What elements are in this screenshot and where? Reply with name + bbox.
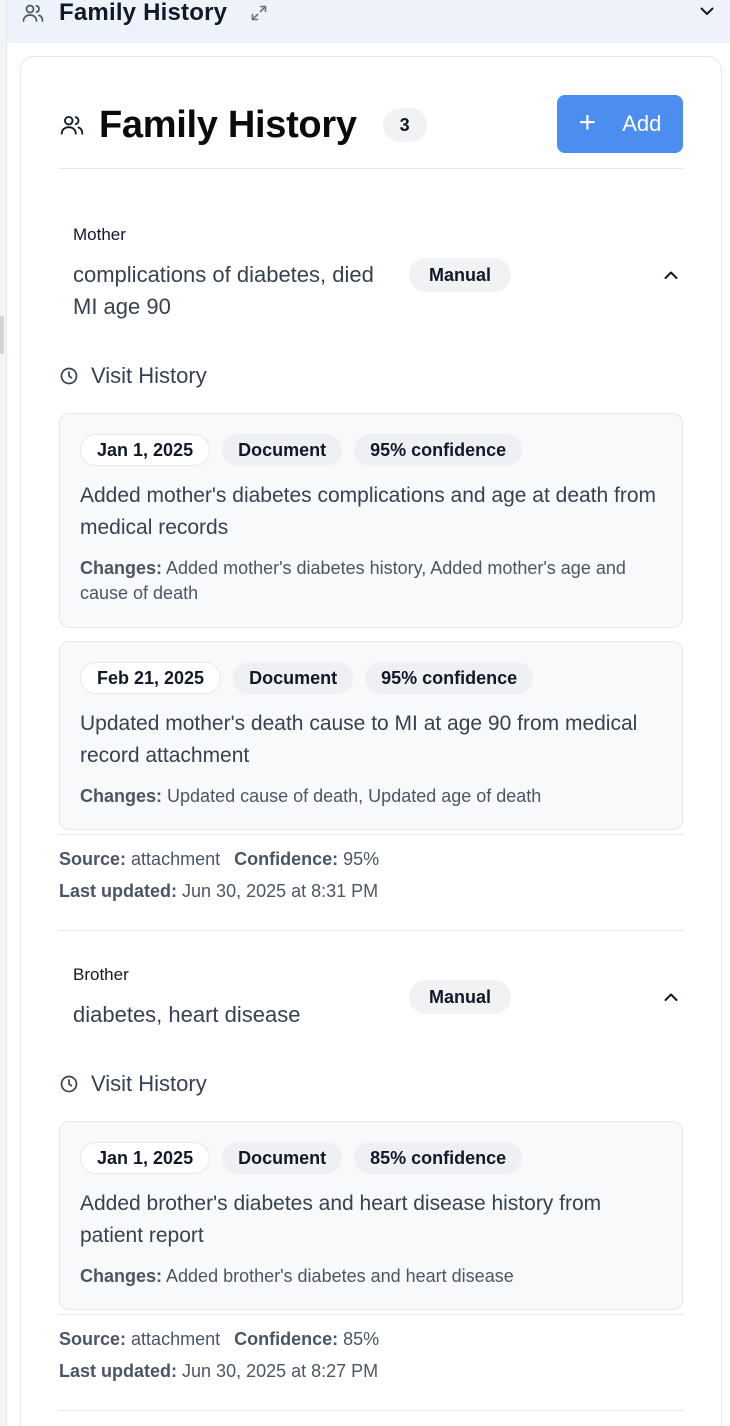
confidence-label: Confidence: <box>234 849 339 869</box>
last-updated-meta: Last updated: Jun 30, 2025 at 8:31 PM <box>59 875 378 907</box>
chevron-up-icon[interactable] <box>659 985 683 1009</box>
divider <box>59 930 683 931</box>
visit-changes: Changes: Added mother's diabetes history… <box>80 556 670 606</box>
clock-icon <box>59 366 79 386</box>
source-label: Source: <box>59 1329 127 1349</box>
confidence-badge: 85% confidence <box>354 1142 523 1174</box>
visit-summary: Added mother's diabetes complications an… <box>80 484 657 539</box>
changes-text: Added mother's diabetes history, Added m… <box>80 558 626 603</box>
family-history-card: Family History 3 + Add Mother complicati… <box>20 56 722 1426</box>
expand-icon[interactable] <box>249 3 269 23</box>
panel-title: Family History <box>59 0 228 26</box>
source-label: Source: <box>59 849 127 869</box>
visit-history-label: Visit History <box>91 363 207 388</box>
divider <box>59 1314 683 1315</box>
last-updated-label: Last updated: <box>59 881 178 901</box>
chevron-down-icon[interactable] <box>696 0 718 22</box>
confidence-badge: 95% confidence <box>365 662 534 694</box>
source-meta: Source: attachment Confidence: 95% <box>59 843 379 875</box>
changes-text: Updated cause of death, Updated age of d… <box>167 786 542 806</box>
left-rail <box>0 0 7 1426</box>
last-updated-value: Jun 30, 2025 at 8:27 PM <box>182 1361 379 1381</box>
panel-header[interactable]: Family History <box>7 0 730 43</box>
resize-handle[interactable] <box>0 316 4 354</box>
visit-summary: Updated mother's death cause to MI at ag… <box>80 712 638 767</box>
divider <box>59 168 683 169</box>
clock-icon <box>59 1074 79 1094</box>
source-badge: Manual <box>409 258 511 292</box>
visit-date-badge: Jan 1, 2025 <box>80 434 211 466</box>
visit-tags: Jan 1, 2025 Document 95% confidence <box>80 434 523 466</box>
confidence-label: Confidence: <box>234 1329 339 1349</box>
visit-history-heading: Visit History <box>59 1071 207 1097</box>
add-button[interactable]: + Add <box>557 95 683 153</box>
plus-icon: + <box>578 105 597 139</box>
visit-type-badge: Document <box>222 434 343 466</box>
source-meta: Source: attachment Confidence: 85% <box>59 1323 379 1355</box>
visit-date-badge: Jan 1, 2025 <box>80 1142 211 1174</box>
visit-entry: Jan 1, 2025 Document 95% confidence Adde… <box>59 413 683 628</box>
confidence-value: 85% <box>343 1329 380 1349</box>
divider <box>59 834 683 835</box>
users-icon <box>21 1 45 25</box>
source-badge: Manual <box>409 980 511 1014</box>
visit-changes: Changes: Added brother's diabetes and he… <box>80 1264 670 1289</box>
visit-tags: Feb 21, 2025 Document 95% confidence <box>80 662 534 694</box>
changes-label: Changes: <box>80 786 163 806</box>
visit-history-label: Visit History <box>91 1071 207 1096</box>
changes-text: Added brother's diabetes and heart disea… <box>166 1266 514 1286</box>
last-updated-label: Last updated: <box>59 1361 178 1381</box>
users-icon <box>59 112 85 138</box>
relation-label: Mother <box>73 225 126 244</box>
visit-entry: Feb 21, 2025 Document 95% confidence Upd… <box>59 641 683 830</box>
condition-text: complications of diabetes, died MI age 9… <box>73 262 374 319</box>
source-value: attachment <box>131 1329 221 1349</box>
confidence-value: 95% <box>343 849 380 869</box>
changes-label: Changes: <box>80 1266 163 1286</box>
source-value: attachment <box>131 849 221 869</box>
visit-entry: Jan 1, 2025 Document 85% confidence Adde… <box>59 1121 683 1310</box>
last-updated-meta: Last updated: Jun 30, 2025 at 8:27 PM <box>59 1355 378 1387</box>
visit-changes: Changes: Updated cause of death, Updated… <box>80 784 670 809</box>
last-updated-value: Jun 30, 2025 at 8:31 PM <box>182 881 379 901</box>
card-header: Family History 3 + Add <box>59 95 683 155</box>
visit-date-badge: Feb 21, 2025 <box>80 662 222 694</box>
visit-tags: Jan 1, 2025 Document 85% confidence <box>80 1142 523 1174</box>
chevron-up-icon[interactable] <box>659 263 683 287</box>
add-button-label: Add <box>622 111 662 136</box>
visit-type-badge: Document <box>222 1142 343 1174</box>
visit-history-heading: Visit History <box>59 363 207 389</box>
count-badge: 3 <box>382 108 427 142</box>
divider <box>59 1410 683 1411</box>
confidence-badge: 95% confidence <box>354 434 523 466</box>
changes-label: Changes: <box>80 558 163 578</box>
visit-summary: Added brother's diabetes and heart disea… <box>80 1192 602 1247</box>
visit-type-badge: Document <box>233 662 354 694</box>
relation-label: Brother <box>73 965 129 984</box>
card-title: Family History <box>99 103 357 146</box>
